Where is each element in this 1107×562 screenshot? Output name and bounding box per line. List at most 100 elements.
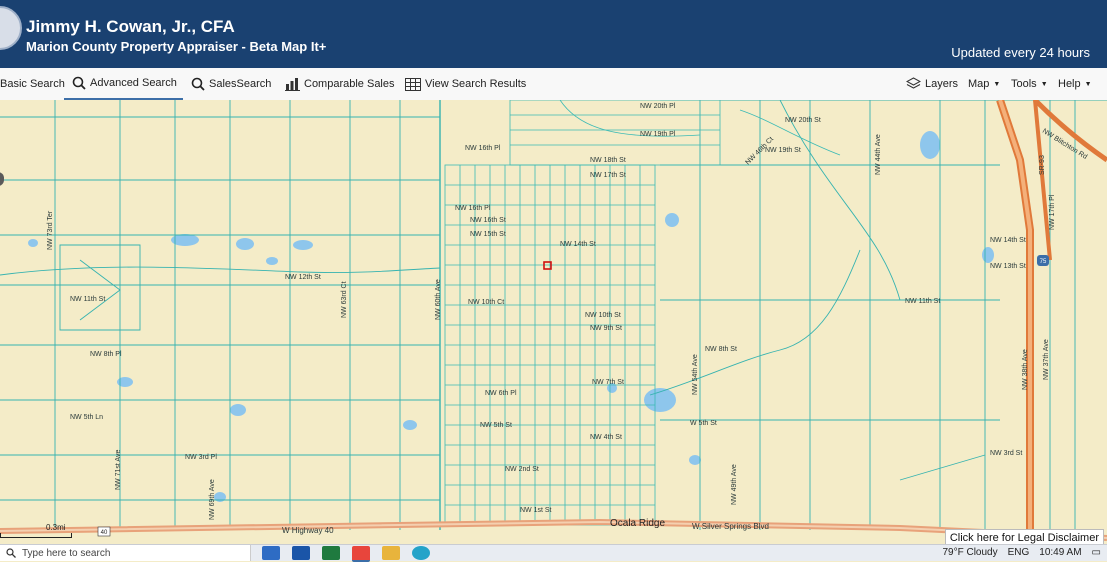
street-label: SR-93 <box>1039 155 1046 175</box>
street-label: NW 63rd Ct <box>341 281 348 318</box>
scale-bar: 0.3mi <box>0 523 72 538</box>
update-notice: Updated every 24 hours <box>951 45 1090 60</box>
notifications-icon[interactable]: ▭ <box>1092 547 1101 558</box>
street-label: NW 20th Pl <box>640 103 676 110</box>
street-label: NW 15th St <box>470 231 506 238</box>
street-label: NW 16th St <box>470 217 506 224</box>
street-label: NW 44th Ave <box>875 134 882 175</box>
street-label: NW 9th St <box>590 325 622 332</box>
sales-search-tab[interactable]: SalesSearch <box>191 68 271 100</box>
street-label: NW 5th St <box>480 422 512 429</box>
street-label: NW 20th St <box>785 117 821 124</box>
subdivision-grid <box>444 100 841 526</box>
layers-icon <box>906 77 921 89</box>
street-label: NW 60th Ave <box>435 279 442 320</box>
street-label: NW 19th Pl <box>640 131 676 138</box>
street-label: NW 5th Ln <box>70 414 103 421</box>
street-label: NW 1st St <box>520 507 552 514</box>
street-label: NW 49th Ave <box>731 464 738 505</box>
caret-down-icon: ▼ <box>1040 80 1048 88</box>
water-bodies <box>28 131 994 502</box>
street-label: NW 19th St <box>765 147 801 154</box>
street-label: NW 17th Pl <box>1049 194 1056 230</box>
street-label: W Silver Springs Blvd <box>692 522 769 531</box>
help-menu[interactable]: Help ▼ <box>1058 68 1092 100</box>
street-label: NW 13th St <box>990 263 1026 270</box>
edge-icon[interactable] <box>412 546 430 560</box>
scale-label: 0.3mi <box>46 523 66 532</box>
app-header: Jimmy H. Cowan, Jr., CFA Marion County P… <box>0 0 1107 68</box>
street-label: NW 4th St <box>590 434 622 441</box>
magnifier-icon <box>191 77 205 91</box>
street-label: NW 11th St <box>905 298 940 305</box>
street-label: NW 6th Pl <box>485 390 517 397</box>
map-view[interactable]: NW 16th Pl NW 20th Pl NW 19th Pl NW 18th… <box>0 100 1107 544</box>
street-label: NW 7th St <box>592 379 624 386</box>
taskbar-search-placeholder: Type here to search <box>22 548 111 559</box>
highways <box>0 100 1107 544</box>
map-menu[interactable]: Map ▼ <box>968 68 1000 100</box>
street-label: NW 2nd St <box>505 466 539 473</box>
advanced-search-label: Advanced Search <box>90 77 177 89</box>
language-indicator[interactable]: ENG <box>1008 547 1030 558</box>
street-label: NW 17th St <box>590 172 626 179</box>
street-label: NW 3rd Pl <box>185 454 217 461</box>
shield-number: 40 <box>101 530 108 536</box>
street-label: NW 16th Pl <box>465 145 501 152</box>
street-label: Ocala Ridge <box>610 518 665 529</box>
view-search-results-label: View Search Results <box>425 78 527 90</box>
layers-button[interactable]: Layers <box>906 68 958 100</box>
street-label: NW 3rd St <box>990 450 1022 457</box>
excel-icon[interactable] <box>322 546 340 560</box>
toolbar: Basic Search Advanced Search SalesSearch… <box>0 68 1107 101</box>
map-canvas: NW 16th Pl NW 20th Pl NW 19th Pl NW 18th… <box>0 100 1107 544</box>
street-label: NW 69th Ave <box>209 479 216 520</box>
street-label: NW Blitchton Rd <box>1041 128 1088 161</box>
street-label: NW 10th St <box>585 312 621 319</box>
advanced-search-tab[interactable]: Advanced Search <box>64 68 183 100</box>
interstate-shield: 75 <box>1037 255 1049 266</box>
system-tray: 79°F Cloudy ENG 10:49 AM ▭ <box>942 547 1101 558</box>
street-label: NW 11th St <box>70 296 105 303</box>
street-label: W Highway 40 <box>282 526 334 535</box>
county-seal-logo <box>0 6 22 50</box>
street-label: NW 16th Pl <box>455 205 491 212</box>
tools-menu[interactable]: Tools ▼ <box>1011 68 1048 100</box>
comparable-sales-label: Comparable Sales <box>304 78 395 90</box>
tools-menu-label: Tools <box>1011 78 1037 90</box>
header-title: Jimmy H. Cowan, Jr., CFA <box>26 17 235 36</box>
street-label: NW 54th Ave <box>692 354 699 395</box>
layers-label: Layers <box>925 78 959 90</box>
basic-search-tab[interactable]: Basic Search <box>0 68 65 100</box>
outlook-icon[interactable] <box>292 546 310 560</box>
parcel-lines <box>0 100 1107 530</box>
street-label: NW 38th Ave <box>1022 349 1029 390</box>
windows-taskbar: Type here to search 79°F Cloudy ENG 10:4… <box>0 544 1107 562</box>
file-explorer-icon[interactable] <box>382 546 400 560</box>
view-search-results-tab[interactable]: View Search Results <box>405 68 526 100</box>
street-label: NW 8th St <box>705 346 737 353</box>
magnifier-icon <box>72 76 86 90</box>
caret-down-icon: ▼ <box>993 80 1001 88</box>
weather-readout[interactable]: 79°F Cloudy <box>942 547 997 558</box>
street-label: NW 73rd Ter <box>47 210 54 250</box>
search-icon <box>6 548 16 558</box>
scale-line <box>0 533 72 538</box>
basic-search-label: Basic Search <box>0 78 65 90</box>
task-view-icon[interactable] <box>262 546 280 560</box>
street-label: NW 14th St <box>990 237 1026 244</box>
street-label: W 5th St <box>690 420 717 427</box>
street-label: NW 14th St <box>560 241 596 248</box>
street-label: NW 10th Ct <box>468 299 504 306</box>
table-grid-icon <box>405 77 421 91</box>
help-menu-label: Help <box>1058 78 1081 90</box>
taskbar-search-box[interactable]: Type here to search <box>0 545 251 561</box>
clock[interactable]: 10:49 AM <box>1039 547 1081 558</box>
map-menu-label: Map <box>968 78 990 90</box>
bar-chart-icon <box>285 78 300 91</box>
street-label: NW 12th St <box>285 274 321 281</box>
shield-number: 75 <box>1040 259 1047 265</box>
comparable-sales-tab[interactable]: Comparable Sales <box>285 68 395 100</box>
street-label: NW 8th Pl <box>90 351 122 358</box>
caret-down-icon: ▼ <box>1084 80 1092 88</box>
